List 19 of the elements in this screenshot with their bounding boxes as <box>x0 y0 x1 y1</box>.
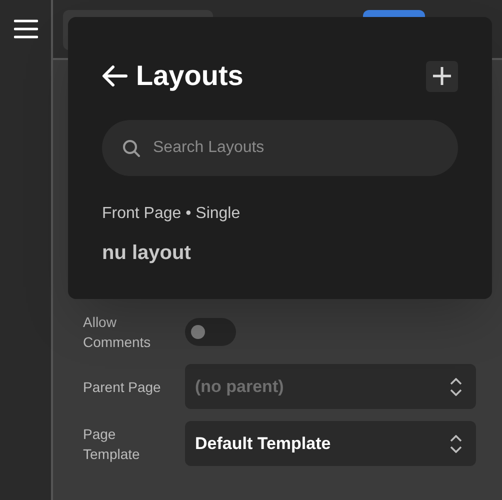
menu-button[interactable] <box>14 17 38 41</box>
chevron-up-down-icon <box>450 434 462 452</box>
search-field[interactable]: Search Layouts <box>102 120 458 176</box>
field-label: Parent Page <box>83 378 162 396</box>
menu-icon <box>14 18 38 40</box>
field-label: Page Template <box>83 424 141 464</box>
layout-item[interactable]: Front Page • Single nu layout <box>102 202 240 268</box>
back-arrow-icon <box>102 65 128 87</box>
select-field[interactable]: Default Template <box>185 421 476 466</box>
field-label: Allow Comments <box>83 313 152 352</box>
search-icon <box>122 139 141 158</box>
add-button[interactable] <box>426 60 458 92</box>
layout-meta: Front Page • Single <box>102 204 240 224</box>
plus-icon <box>432 66 452 86</box>
toggle-switch[interactable] <box>185 318 236 346</box>
popover-title: Layouts <box>136 59 244 93</box>
back-button[interactable] <box>102 65 128 87</box>
chevron-up-down-icon <box>450 378 462 396</box>
layout-name: nu layout <box>102 241 192 266</box>
